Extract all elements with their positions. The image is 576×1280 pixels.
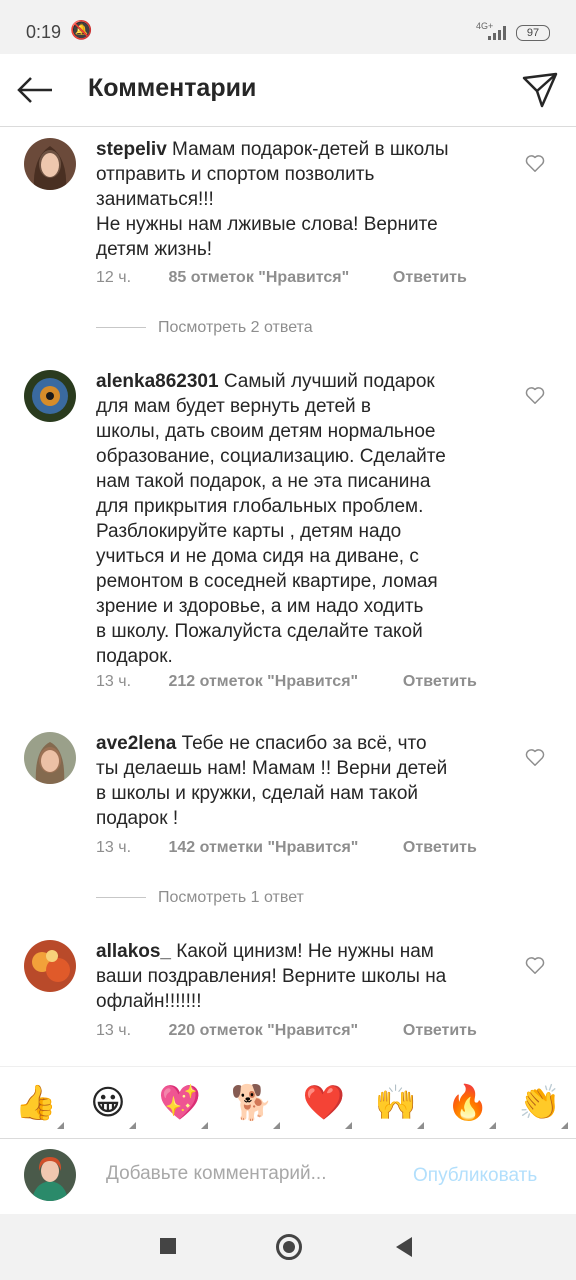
comment-time: 12 ч. — [96, 269, 132, 286]
page-title: Комментарии — [88, 74, 257, 102]
status-bar: 0:19 🔕 4G+ 97 — [0, 0, 576, 54]
heart-outline-icon[interactable] — [524, 746, 546, 768]
fire-emoji-button[interactable]: 🔥 — [446, 1081, 496, 1129]
clapping-hands-emoji-button[interactable]: 👏 — [518, 1081, 568, 1129]
comment-username[interactable]: alenka862301 — [96, 371, 219, 392]
avatar[interactable] — [24, 370, 76, 422]
reply-button[interactable]: Ответить — [403, 1022, 477, 1040]
signal-icon — [488, 26, 506, 40]
comment-item: alenka862301 Самый лучший подарок для ма… — [0, 358, 576, 698]
comment-text: ave2lena Тебе не спасибо за всё, что ты … — [96, 731, 496, 831]
emoji-variant-indicator — [273, 1122, 280, 1129]
comment-body: Самый лучший подарок для мам будет верну… — [96, 371, 446, 667]
view-replies-label[interactable]: Посмотреть 2 ответа — [158, 319, 313, 336]
emoji-variant-indicator — [489, 1122, 496, 1129]
divider-line — [96, 897, 146, 899]
comment-item: allakos_ Какой цинизм! Не нужны нам ваши… — [0, 928, 576, 1058]
comment-meta: 12 ч. 85 отметок "Нравится" Ответить — [96, 269, 467, 287]
battery-indicator: 97 — [516, 25, 550, 41]
comment-username[interactable]: ave2lena — [96, 733, 176, 754]
emoji-variant-indicator — [561, 1122, 568, 1129]
divider-line — [96, 327, 146, 329]
comment-text: stepeliv Мамам подарок-детей в школы отп… — [96, 137, 496, 262]
likes-count-link[interactable]: 85 отметок "Нравится" — [168, 269, 388, 287]
paper-plane-icon[interactable] — [520, 70, 560, 110]
comment-username[interactable]: stepeliv — [96, 139, 167, 160]
heart-outline-icon[interactable] — [524, 954, 546, 976]
heart-outline-icon[interactable] — [524, 152, 546, 174]
comment-meta: 13 ч. 142 отметки "Нравится" Ответить — [96, 839, 477, 857]
likes-count-link[interactable]: 220 отметок "Нравится" — [168, 1022, 398, 1040]
system-navigation-bar — [0, 1214, 576, 1280]
avatar[interactable] — [24, 732, 76, 784]
comment-item: ave2lena Тебе не спасибо за всё, что ты … — [0, 720, 576, 910]
notifications-muted-icon: 🔕 — [70, 20, 93, 40]
comment-time: 13 ч. — [96, 839, 132, 856]
sparkling-heart-emoji-button[interactable]: 💖 — [158, 1081, 208, 1129]
publish-button[interactable]: Опубликовать — [413, 1165, 537, 1187]
comment-meta: 13 ч. 212 отметок "Нравится" Ответить — [96, 673, 477, 691]
reply-button[interactable]: Ответить — [393, 269, 467, 287]
avatar[interactable] — [24, 940, 76, 992]
comment-username[interactable]: allakos_ — [96, 941, 171, 962]
current-user-avatar — [24, 1149, 76, 1201]
thumbs-up-emoji-button[interactable]: 👍 — [14, 1081, 64, 1129]
recent-apps-icon[interactable] — [160, 1238, 176, 1254]
status-time: 0:19 — [26, 22, 62, 42]
red-heart-emoji-button[interactable]: ❤️ — [302, 1081, 352, 1129]
dog-emoji-button[interactable]: 🐕 — [230, 1081, 280, 1129]
home-icon[interactable] — [276, 1234, 302, 1260]
emoji-quick-bar: 👍 😀 💖 🐕 ❤️ 🙌 🔥 👏 — [0, 1066, 576, 1139]
comment-text: alenka862301 Самый лучший подарок для ма… — [96, 369, 496, 669]
reply-button[interactable]: Ответить — [403, 673, 477, 691]
comment-composer: Опубликовать — [0, 1138, 576, 1215]
emoji-variant-indicator — [57, 1122, 64, 1129]
arrow-left-icon[interactable] — [16, 74, 56, 106]
comment-input[interactable] — [106, 1163, 396, 1185]
heart-outline-icon[interactable] — [524, 384, 546, 406]
likes-count-link[interactable]: 212 отметок "Нравится" — [168, 673, 398, 691]
view-replies-toggle[interactable]: Посмотреть 1 ответ — [96, 889, 304, 907]
view-replies-toggle[interactable]: Посмотреть 2 ответа — [96, 319, 313, 337]
comment-meta: 13 ч. 220 отметок "Нравится" Ответить — [96, 1022, 477, 1040]
emoji-variant-indicator — [417, 1122, 424, 1129]
emoji-variant-indicator — [201, 1122, 208, 1129]
raising-hands-emoji-button[interactable]: 🙌 — [374, 1081, 424, 1129]
likes-count-link[interactable]: 142 отметки "Нравится" — [168, 839, 398, 857]
comment-item: stepeliv Мамам подарок-детей в школы отп… — [0, 126, 576, 346]
back-triangle-icon[interactable] — [396, 1237, 412, 1257]
comment-time: 13 ч. — [96, 673, 132, 690]
emoji-variant-indicator — [345, 1122, 352, 1129]
comment-time: 13 ч. — [96, 1022, 132, 1039]
reply-button[interactable]: Ответить — [403, 839, 477, 857]
emoji-variant-indicator — [129, 1122, 136, 1129]
grinning-face-emoji-button[interactable]: 😀 — [86, 1081, 136, 1129]
avatar[interactable] — [24, 138, 76, 190]
comment-text: allakos_ Какой цинизм! Не нужны нам ваши… — [96, 939, 496, 1014]
view-replies-label[interactable]: Посмотреть 1 ответ — [158, 889, 304, 906]
top-app-bar: Комментарии — [0, 54, 576, 127]
